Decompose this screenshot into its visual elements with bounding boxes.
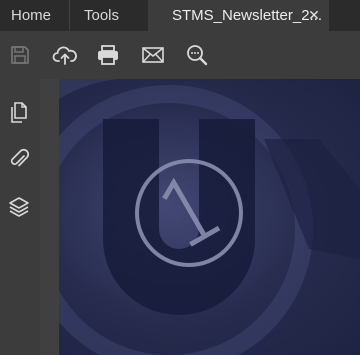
- tab-tools-label: Tools: [84, 7, 120, 24]
- mail-icon: [142, 47, 164, 63]
- attachment-icon: [10, 148, 30, 167]
- tab-bar: Home Tools STMS_Newsletter_2... ✕: [0, 0, 360, 31]
- save-icon: [11, 46, 29, 64]
- left-sidebar: [0, 79, 40, 355]
- tab-document-label: STMS_Newsletter_2...: [172, 7, 323, 24]
- email-button[interactable]: [139, 41, 167, 69]
- sidebar-gutter: [40, 79, 59, 355]
- print-icon: [98, 45, 118, 65]
- document-page[interactable]: [59, 79, 360, 355]
- tab-document[interactable]: STMS_Newsletter_2... ✕: [148, 0, 329, 31]
- layers-icon: [9, 197, 29, 217]
- find-button[interactable]: [183, 41, 211, 69]
- upload-button[interactable]: [51, 41, 79, 69]
- page-artwork: [59, 79, 360, 355]
- tab-home[interactable]: Home: [0, 0, 69, 31]
- tab-home-label: Home: [11, 7, 52, 24]
- pages-panel-button[interactable]: [6, 100, 32, 126]
- pages-icon: [11, 102, 27, 123]
- cloud-upload-icon: [52, 46, 77, 65]
- layers-panel-button[interactable]: [6, 194, 32, 220]
- tab-tools[interactable]: Tools: [69, 0, 148, 31]
- print-button[interactable]: [94, 41, 122, 69]
- attachments-panel-button[interactable]: [6, 146, 32, 172]
- save-button[interactable]: [6, 41, 34, 69]
- toolbar: [0, 31, 360, 79]
- close-icon[interactable]: ✕: [307, 8, 321, 22]
- search-zoom-icon: [187, 45, 208, 66]
